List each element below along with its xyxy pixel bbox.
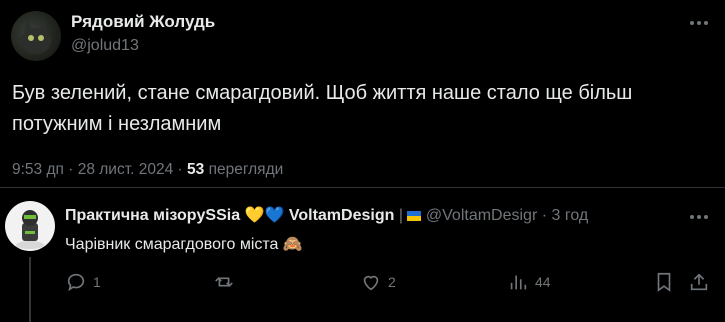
heart-emojis: 💛💙 [244, 207, 285, 224]
divider-badge: | [398, 207, 403, 224]
views-count[interactable]: 53 [187, 161, 204, 178]
reply-second-name[interactable]: VoltamDesign [289, 207, 395, 224]
views-label: перегляди [208, 161, 284, 178]
author-handle[interactable]: @jolud13 [71, 37, 139, 55]
tweet-time[interactable]: 9:53 дп [12, 161, 64, 178]
reply-views-count: 44 [535, 274, 551, 290]
views-action[interactable]: 44 [507, 271, 551, 293]
reply-icon[interactable] [65, 271, 87, 293]
meta-separator: · [68, 161, 74, 178]
reply-avatar[interactable] [5, 201, 55, 251]
reply-body: Чарівник смарагдового міста [65, 236, 279, 253]
repost-icon[interactable] [213, 271, 235, 293]
more-options-icon[interactable] [688, 12, 710, 34]
reply-author-handle[interactable]: @VoltamDesigr [426, 207, 537, 224]
reply-header: Практична мізорySSia 💛💙 VoltamDesign | @… [65, 205, 588, 225]
reply-author-name[interactable]: Практична мізорySSia [65, 207, 240, 224]
reply-text: Чарівник смарагдового міста 🙈 [65, 234, 303, 254]
divider [0, 187, 725, 188]
bookmark-icon[interactable] [653, 271, 675, 293]
bar-chart-icon[interactable] [507, 271, 529, 293]
tweet-date[interactable]: 28 лист. 2024 [78, 161, 173, 178]
repost-action[interactable] [213, 271, 241, 293]
tweet-text: Був зелений, стане смарагдовий. Щоб житт… [12, 82, 633, 135]
reply-time[interactable]: · 3 год [542, 207, 588, 224]
thread-line [29, 257, 31, 322]
ukraine-flag-icon [407, 208, 422, 221]
see-no-evil-monkey-icon: 🙈 [282, 236, 303, 253]
reply-action[interactable]: 1 [65, 271, 101, 293]
tweet-meta: 9:53 дп · 28 лист. 2024 · 53 перегляди [12, 161, 283, 179]
like-action[interactable]: 2 [360, 271, 396, 293]
like-count: 2 [388, 274, 396, 290]
reply-count: 1 [93, 274, 101, 290]
author-name[interactable]: Рядовий Жолудь [71, 12, 215, 32]
meta-separator: · [177, 161, 183, 178]
heart-icon[interactable] [360, 271, 382, 293]
share-icon[interactable] [688, 271, 710, 293]
author-avatar[interactable] [11, 11, 61, 61]
reply-more-options-icon[interactable] [688, 206, 710, 228]
